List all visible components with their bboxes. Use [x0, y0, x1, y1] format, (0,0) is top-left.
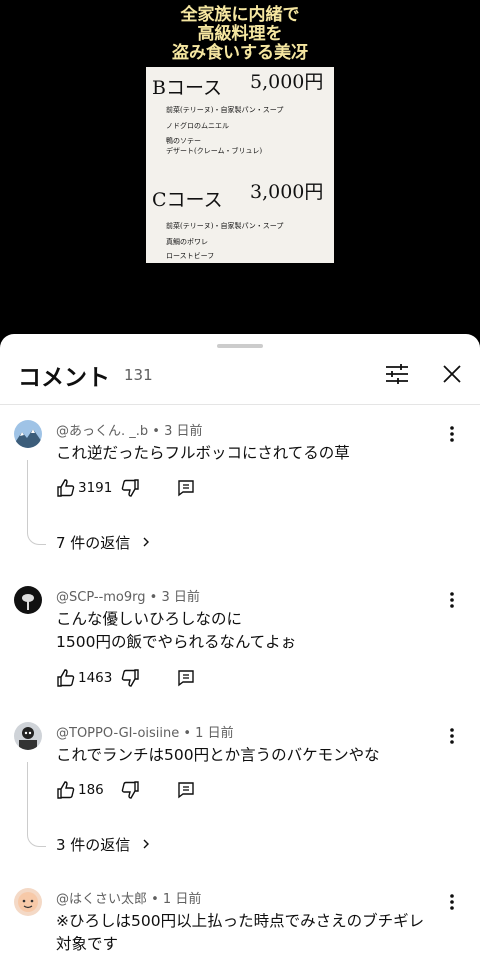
- thread-connector: [27, 762, 46, 847]
- chevron-right-icon: [143, 839, 150, 849]
- comment-text: これでランチは500円とか言うのバケモンやな: [56, 746, 380, 764]
- comment-text: こんな優しいひろしなのに 1500円の飯でやられるなんてよぉ: [56, 610, 297, 651]
- avatar[interactable]: [14, 420, 42, 448]
- comments-sheet: コメント 131 @あっくん. _.b • 3 日前 これ逆だったらフルボッコに…: [0, 334, 480, 960]
- thumb-up-icon[interactable]: [56, 668, 76, 688]
- thumb-down-icon[interactable]: [120, 478, 140, 498]
- comment-actions: 1463: [56, 668, 216, 690]
- replies-label: 3 件の返信: [56, 836, 131, 854]
- menu-item: ノドグロのムニエル: [166, 122, 229, 130]
- menu-item: 真鯛のポワレ: [166, 238, 208, 246]
- thread-connector: [27, 460, 46, 545]
- avatar[interactable]: [14, 722, 42, 750]
- course-price: 3,000円: [250, 181, 324, 203]
- close-icon[interactable]: [440, 362, 464, 386]
- avatar[interactable]: [14, 586, 42, 614]
- thumb-down-icon[interactable]: [120, 668, 140, 688]
- sheet-title: コメント: [18, 365, 110, 391]
- header-divider: [0, 404, 480, 405]
- course-price: 5,000円: [250, 71, 324, 93]
- comment-author[interactable]: @あっくん. _.b • 3 日前: [56, 420, 203, 439]
- comment-actions: 186: [56, 780, 216, 802]
- drag-handle[interactable]: [217, 344, 263, 348]
- comment-author[interactable]: @TOPPO-GI-oisiine • 1 日前: [56, 722, 234, 741]
- more-vert-icon[interactable]: [444, 726, 460, 746]
- more-vert-icon[interactable]: [444, 424, 460, 444]
- comment-author[interactable]: @はくさい太郎 • 1 日前: [56, 888, 201, 907]
- replies-label: 7 件の返信: [56, 534, 131, 552]
- menu-item: ローストビーフ: [166, 252, 215, 260]
- thumb-up-icon[interactable]: [56, 780, 76, 800]
- comment-reply-icon[interactable]: [176, 668, 196, 688]
- course-name: Bコース: [152, 77, 223, 99]
- menu-item: 前菜(テリーヌ)・自家製パン・スープ: [166, 222, 284, 230]
- chevron-right-icon: [143, 537, 150, 547]
- like-count: 1463: [78, 670, 113, 686]
- menu-card: Bコース 5,000円 前菜(テリーヌ)・自家製パン・スープ ノドグロのムニエル…: [146, 67, 334, 263]
- tune-icon[interactable]: [384, 362, 410, 386]
- view-replies-link[interactable]: 3 件の返信: [56, 834, 151, 855]
- view-replies-link[interactable]: 7 件の返信: [56, 532, 151, 553]
- comment-reply-icon[interactable]: [176, 780, 196, 800]
- comment-reply-icon[interactable]: [176, 478, 196, 498]
- avatar[interactable]: [14, 888, 42, 916]
- comment-text: これ逆だったらフルボッコにされてるの草: [56, 444, 350, 462]
- menu-item: 鴨のソテー: [166, 137, 201, 145]
- menu-item: 前菜(テリーヌ)・自家製パン・スープ: [166, 106, 284, 114]
- video-player[interactable]: 全家族に内緒で 高級料理を 盗み食いする美冴 Bコース 5,000円 前菜(テリ…: [0, 0, 480, 336]
- comment-actions: 3191: [56, 478, 216, 500]
- like-count: 186: [78, 782, 104, 798]
- more-vert-icon[interactable]: [444, 590, 460, 610]
- caption-line: 全家族に内緒で: [180, 5, 300, 25]
- more-vert-icon[interactable]: [444, 892, 460, 912]
- caption-line: 高級料理を: [197, 24, 283, 44]
- like-count: 3191: [78, 480, 113, 496]
- video-caption: 全家族に内緒で 高級料理を 盗み食いする美冴: [120, 6, 360, 63]
- comment-count: 131: [124, 366, 153, 384]
- thumb-up-icon[interactable]: [56, 478, 76, 498]
- thumb-down-icon[interactable]: [120, 780, 140, 800]
- menu-item: デザート(クレーム・ブリュレ): [166, 147, 263, 155]
- comment-author[interactable]: @SCP--mo9rg • 3 日前: [56, 586, 200, 605]
- caption-line: 盗み食いする美冴: [172, 43, 308, 63]
- comment-text: ※ひろしは500円以上払った時点でみさえのブチギレ 対象です: [56, 912, 425, 953]
- course-name: Cコース: [152, 189, 223, 211]
